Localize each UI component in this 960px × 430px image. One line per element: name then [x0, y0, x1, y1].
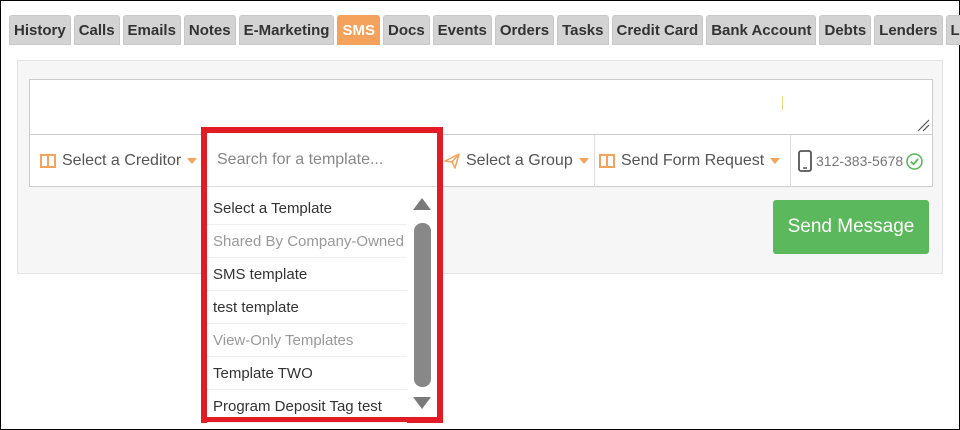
columns-icon: [599, 154, 615, 168]
composer-toolbar: Select a Creditor Select a Group Send Fo…: [29, 135, 933, 187]
tab-loans[interactable]: Loans: [945, 15, 960, 45]
send-message-button[interactable]: Send Message: [773, 200, 929, 254]
template-search-input[interactable]: [217, 150, 427, 169]
tab-bar: History Calls Emails Notes E-Marketing S…: [9, 15, 960, 45]
tab-debts[interactable]: Debts: [819, 15, 872, 45]
template-dropdown: Select a Template Shared By Company-Owne…: [201, 127, 443, 423]
phone-number-display: 312-383-5678: [792, 135, 934, 187]
scroll-down-arrow-icon[interactable]: [413, 397, 431, 409]
tab-lenders[interactable]: Lenders: [874, 15, 943, 45]
resize-handle-icon[interactable]: [916, 118, 930, 132]
columns-icon: [40, 154, 56, 168]
send-form-request-label: Send Form Request: [621, 152, 765, 169]
template-search-box: [207, 133, 437, 187]
template-option[interactable]: Program Deposit Tag test: [207, 390, 407, 423]
tab-docs[interactable]: Docs: [382, 15, 430, 45]
mobile-phone-icon: [798, 150, 812, 172]
select-group-label: Select a Group: [466, 152, 573, 169]
chevron-down-icon: [578, 158, 589, 164]
tab-calls[interactable]: Calls: [73, 15, 120, 45]
scroll-up-arrow-icon[interactable]: [413, 198, 431, 210]
template-option[interactable]: Select a Template: [207, 192, 407, 225]
scrollbar-thumb[interactable]: [414, 223, 431, 387]
select-creditor-dropdown[interactable]: Select a Creditor: [30, 135, 202, 187]
tab-e-marketing[interactable]: E-Marketing: [238, 15, 335, 45]
select-creditor-label: Select a Creditor: [62, 152, 182, 169]
chevron-down-icon: [187, 158, 198, 164]
tab-history[interactable]: History: [9, 15, 71, 45]
tab-emails[interactable]: Emails: [122, 15, 181, 45]
template-group-header: View-Only Templates: [207, 324, 407, 357]
template-option[interactable]: SMS template: [207, 258, 407, 291]
tab-bank-account[interactable]: Bank Account: [706, 15, 817, 45]
tab-sms[interactable]: SMS: [337, 15, 380, 45]
tab-events[interactable]: Events: [432, 15, 492, 45]
template-option[interactable]: test template: [207, 291, 407, 324]
tab-credit-card[interactable]: Credit Card: [611, 15, 704, 45]
template-options-list: Select a Template Shared By Company-Owne…: [207, 192, 407, 423]
phone-number-text: 312-383-5678: [816, 153, 904, 169]
send-form-request-dropdown[interactable]: Send Form Request: [595, 135, 791, 187]
check-circle-icon: [906, 152, 923, 170]
message-textarea[interactable]: [29, 79, 933, 135]
template-option[interactable]: Template TWO: [207, 357, 407, 390]
text-cursor: [782, 96, 783, 110]
chevron-down-icon: [770, 158, 781, 164]
window-frame: History Calls Emails Notes E-Marketing S…: [0, 0, 960, 430]
template-group-header: Shared By Company-Owned: [207, 225, 407, 258]
tab-notes[interactable]: Notes: [183, 15, 236, 45]
tab-orders[interactable]: Orders: [494, 15, 555, 45]
tab-tasks[interactable]: Tasks: [557, 15, 609, 45]
paper-plane-icon: [444, 153, 460, 169]
select-group-dropdown[interactable]: Select a Group: [440, 135, 595, 187]
